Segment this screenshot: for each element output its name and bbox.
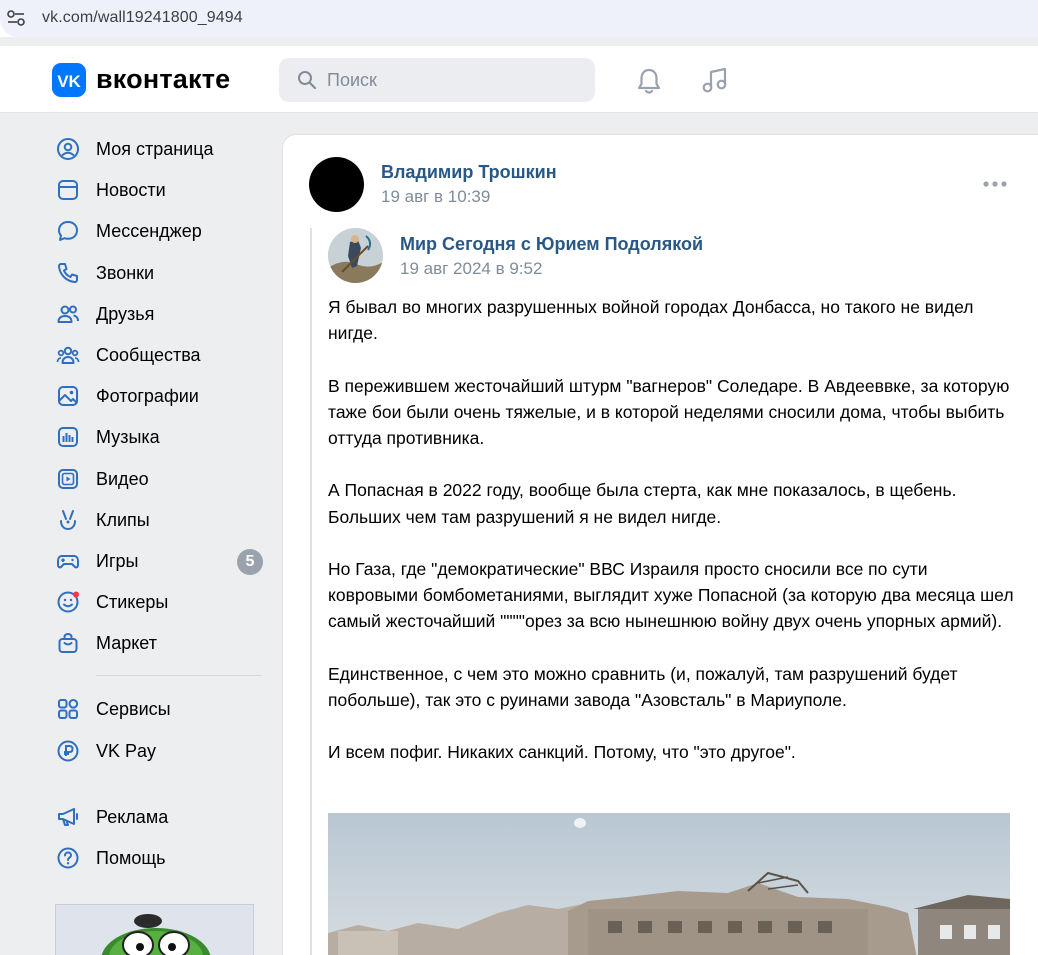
sidebar-item-label: Сервисы [96,699,171,720]
sidebar-divider [96,675,261,677]
music-player-icon[interactable] [700,65,730,95]
sidebar-item-music[interactable]: Музыка [52,416,267,457]
sidebar-item-news[interactable]: Новости [52,169,267,210]
sidebar-item-label: Сообщества [96,344,201,365]
search-box[interactable] [279,58,595,102]
sidebar-item-label: Моя страница [96,139,214,159]
profile-icon [57,138,79,160]
post-body-text: Я бывал во многих разрушенных войной гор… [328,294,1018,792]
sidebar-ad-widget[interactable] [55,904,254,955]
repost-source-avatar[interactable] [328,228,383,283]
top-header: VK вконтакте [0,46,1038,113]
repost-date[interactable]: 19 авг 2024 в 9:52 [400,259,542,279]
sidebar-item-label: Мессенджер [96,221,202,242]
vkpay-icon [57,740,79,762]
url-text[interactable]: vk.com/wall19241800_9494 [42,9,243,27]
author-avatar[interactable] [309,157,364,212]
sidebar-item-calls[interactable]: Звонки [52,252,267,293]
video-icon [58,468,78,489]
sidebar-item-label: Видео [96,468,149,489]
sidebar-item-my-page[interactable]: Моя страница [52,128,267,169]
search-input[interactable] [327,58,577,102]
sidebar-item-clips[interactable]: Клипы [52,499,267,540]
logo-text[interactable]: вконтакте [96,64,230,95]
games-count-badge: 5 [237,548,263,575]
sidebar-item-label: VK Pay [96,740,157,761]
games-icon [57,554,79,569]
services-icon [58,699,79,720]
post-photo[interactable] [328,813,1010,955]
phone-icon [58,262,78,283]
sidebar-item-label: Помощь [96,848,166,868]
source-avatar-illustration [328,228,383,283]
sidebar-item-label: Игры [96,550,139,571]
sidebar-item-games[interactable]: Игры 5 [52,540,267,581]
repost-indicator-line [310,228,312,955]
sidebar-item-label: Реклама [96,806,169,827]
post-paragraph: Но Газа, где "демократические" ВВС Израи… [328,558,1014,632]
stickers-icon [57,591,79,613]
sidebar-item-help[interactable]: Помощь [52,837,267,878]
more-options-icon[interactable] [982,176,1008,192]
friends-icon [57,305,79,323]
news-icon [58,180,78,201]
post-paragraph: А Попасная в 2022 году, вообще была стер… [328,480,957,527]
browser-url-bar: vk.com/wall19241800_9494 [0,0,1038,37]
ads-megaphone-icon [58,807,78,826]
ruined-buildings-photo [328,813,1010,955]
site-settings-icon[interactable] [6,9,26,27]
post-paragraph: И всем пофиг. Никаких санкций. Потому, ч… [328,742,796,763]
post-author-name[interactable]: Владимир Трошкин [381,162,557,183]
svg-text:VK: VK [57,72,81,91]
sidebar-item-vkpay[interactable]: VK Pay [52,730,267,771]
sidebar-item-stickers[interactable]: Стикеры [52,581,267,622]
help-icon [57,847,79,869]
post-paragraph: В пережившем жесточайший штурм "вагнеров… [328,375,1010,448]
ad-mascot-image [101,914,211,955]
left-sidebar: Моя страница Новости Мессенджер Звонки Д… [52,128,267,878]
messenger-icon [58,221,78,242]
sidebar-item-market[interactable]: Маркет [52,622,267,663]
sidebar-item-ads[interactable]: Реклама [52,796,267,837]
sidebar-divider [96,783,261,784]
communities-icon [56,346,80,364]
sidebar-item-photos[interactable]: Фотографии [52,375,267,416]
sidebar-item-label: Новости [96,180,166,201]
post-paragraph: Единственное, с чем это можно сравнить (… [328,663,958,710]
sidebar-item-friends[interactable]: Друзья [52,293,267,334]
sidebar-item-messenger[interactable]: Мессенджер [52,210,267,251]
sidebar-item-label: Звонки [96,262,155,283]
address-bar[interactable]: vk.com/wall19241800_9494 [0,0,1038,37]
sidebar-item-label: Маркет [96,633,157,654]
sidebar-item-label: Клипы [96,509,150,530]
notifications-bell-icon[interactable] [634,66,664,96]
sidebar-item-label: Фотографии [96,386,199,407]
sidebar-item-label: Друзья [96,303,155,324]
sidebar-item-services[interactable]: Сервисы [52,688,267,729]
sidebar-item-label: Музыка [96,427,160,448]
sidebar-item-video[interactable]: Видео [52,458,267,499]
market-icon [58,633,78,654]
photos-icon [58,386,78,407]
repost-source-name[interactable]: Мир Сегодня с Юрием Подолякой [400,234,703,255]
post-date[interactable]: 19 авг в 10:39 [381,187,490,207]
search-icon [298,71,317,90]
clips-icon [60,509,76,530]
vk-logo-icon[interactable]: VK [52,63,86,97]
sidebar-item-communities[interactable]: Сообщества [52,334,267,375]
music-icon [58,427,78,448]
post-paragraph: Я бывал во многих разрушенных войной гор… [328,297,974,344]
sidebar-item-label: Стикеры [96,592,169,613]
